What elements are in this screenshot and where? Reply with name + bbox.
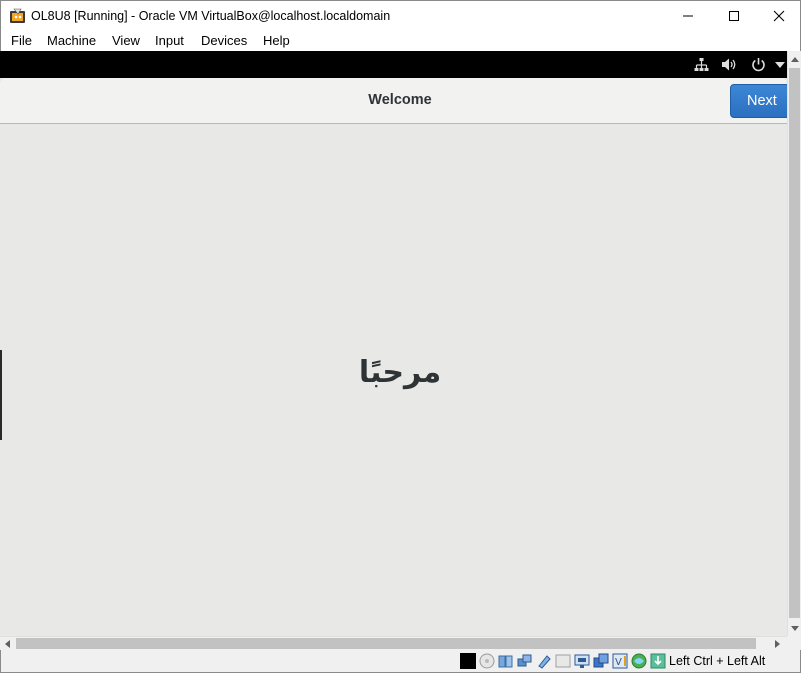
host-key-label[interactable]: Left Ctrl + Left Alt — [669, 654, 765, 668]
minimize-icon — [683, 15, 693, 17]
svg-text:V: V — [615, 657, 622, 668]
installer-header: Welcome Next — [0, 78, 792, 124]
scroll-down-arrow-icon[interactable] — [788, 620, 801, 636]
window-titlebar[interactable]: OL8U8 [Running] - Oracle VM VirtualBox@l… — [0, 0, 801, 30]
scrollbar-corner — [787, 636, 801, 650]
power-icon[interactable] — [750, 56, 766, 73]
minimize-button[interactable] — [665, 1, 711, 31]
horizontal-scroll-thumb[interactable] — [16, 638, 756, 649]
guest-additions-icon[interactable] — [631, 653, 647, 669]
close-icon — [773, 10, 785, 22]
vm-statusbar: V Left Ctrl + Left Alt — [0, 650, 801, 673]
next-button[interactable]: Next — [730, 84, 792, 118]
welcome-message: مرحبًا — [358, 355, 442, 390]
virtualbox-app-icon — [10, 8, 25, 23]
horizontal-scrollbar[interactable] — [0, 636, 787, 650]
shared-folders-icon[interactable] — [555, 653, 571, 669]
capture-icon[interactable] — [593, 653, 609, 669]
menu-help[interactable]: Help — [263, 33, 290, 48]
display-recording-icon[interactable] — [460, 653, 476, 669]
optical-drive-icon[interactable] — [479, 653, 495, 669]
menu-devices[interactable]: Devices — [201, 33, 247, 48]
mouse-integration-icon[interactable] — [650, 653, 666, 669]
network-icon[interactable] — [693, 56, 710, 73]
scroll-right-arrow-icon[interactable] — [770, 637, 785, 651]
usb-icon[interactable] — [536, 653, 552, 669]
guest-top-panel — [0, 51, 787, 78]
menu-machine[interactable]: Machine — [47, 33, 96, 48]
vertical-scroll-thumb[interactable] — [789, 68, 800, 618]
network-adapter-icon[interactable] — [517, 653, 533, 669]
display-icon[interactable] — [574, 653, 590, 669]
scroll-left-arrow-icon[interactable] — [0, 637, 15, 651]
scroll-up-arrow-icon[interactable] — [788, 51, 801, 67]
menu-view[interactable]: View — [112, 33, 140, 48]
close-button[interactable] — [756, 1, 801, 31]
maximize-button[interactable] — [711, 1, 757, 31]
menu-file[interactable]: File — [11, 33, 32, 48]
chevron-down-icon[interactable] — [774, 56, 786, 73]
volume-icon[interactable] — [720, 56, 738, 73]
window-title: OL8U8 [Running] - Oracle VM VirtualBox@l… — [31, 9, 391, 23]
menu-input[interactable]: Input — [155, 33, 184, 48]
cpu-icon[interactable]: V — [612, 653, 628, 669]
page-title: Welcome — [368, 92, 432, 108]
audio-icon[interactable] — [498, 653, 514, 669]
guest-display[interactable]: Welcome Next مرحبًا — [0, 78, 792, 636]
menu-bar: File Machine View Input Devices Help — [0, 30, 801, 51]
vertical-scrollbar[interactable] — [787, 51, 801, 636]
window-edge-shadow — [0, 350, 2, 440]
maximize-icon — [729, 11, 739, 21]
